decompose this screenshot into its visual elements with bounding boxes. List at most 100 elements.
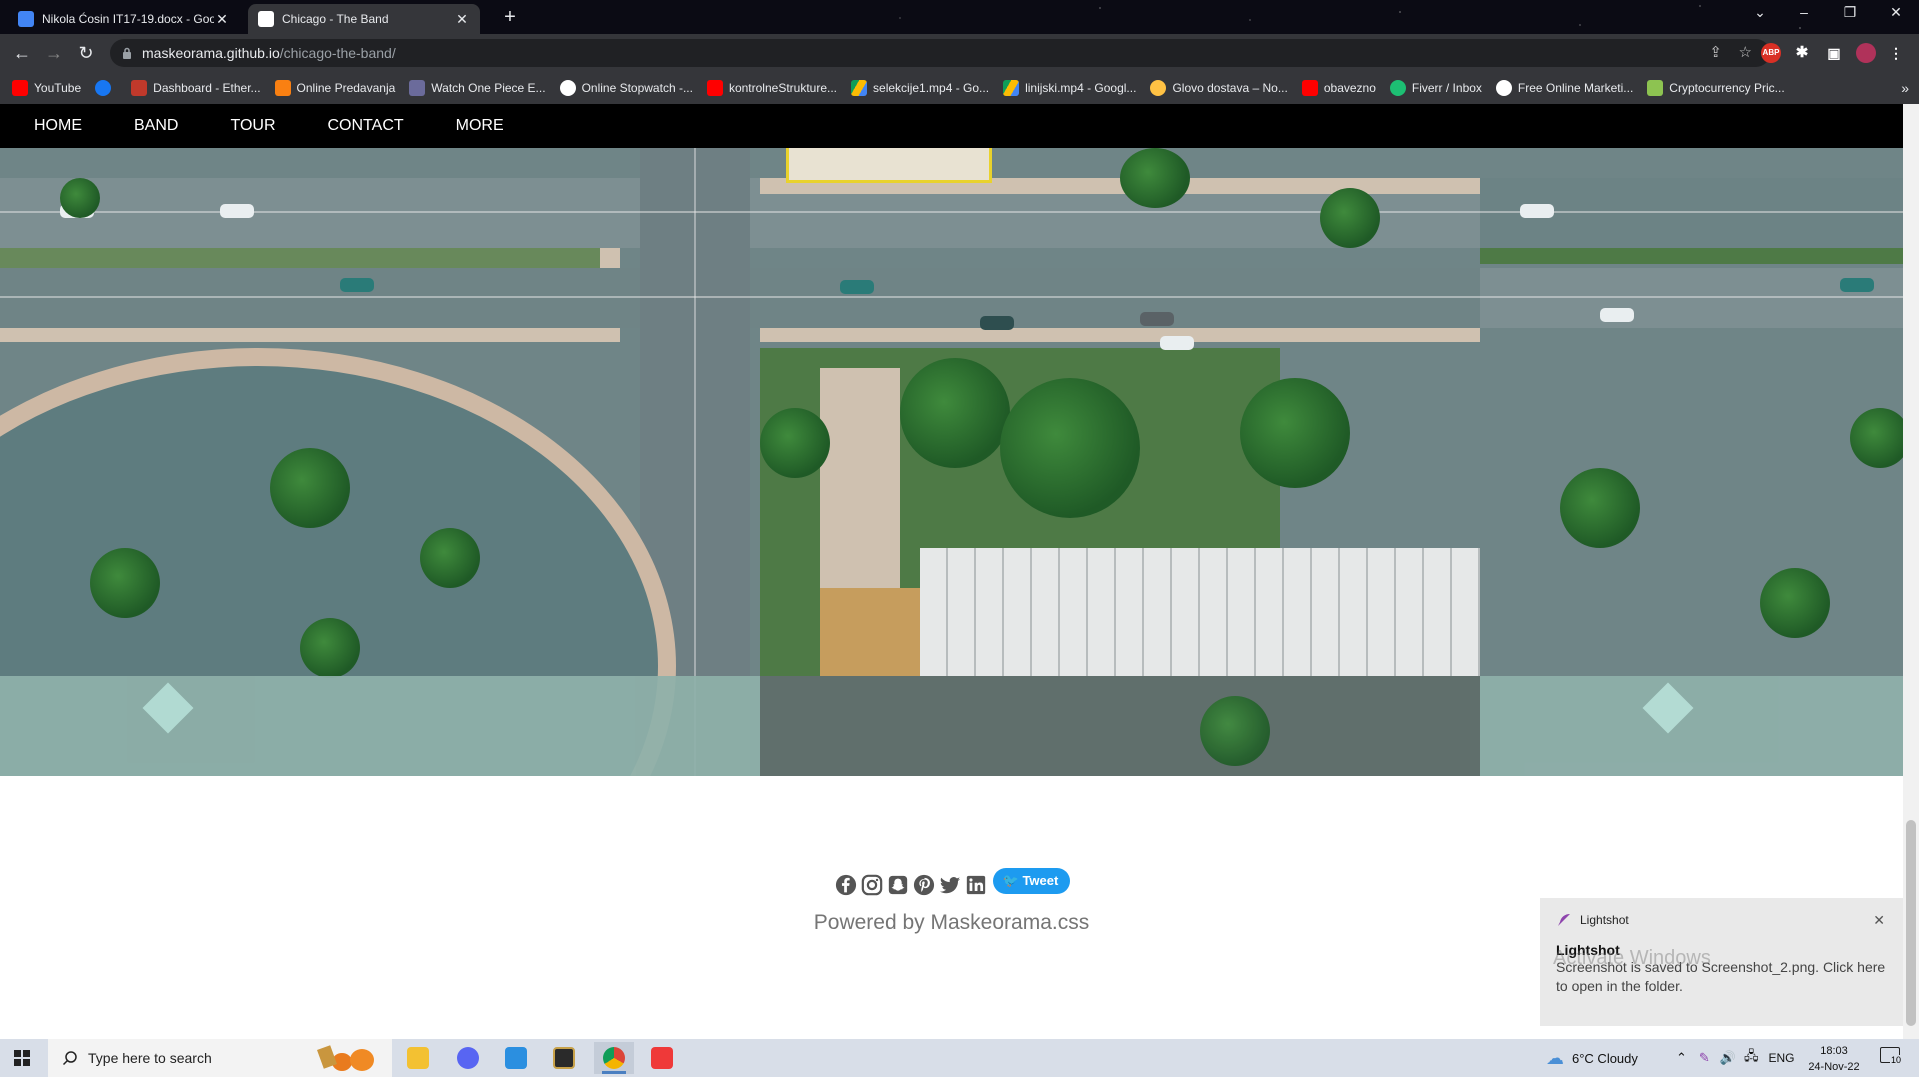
- pickaxe-icon: [131, 80, 148, 96]
- nav-home[interactable]: HOME: [0, 104, 108, 148]
- vscode-icon[interactable]: [496, 1042, 536, 1074]
- instagram-icon[interactable]: [861, 874, 883, 896]
- search-icon: [62, 1051, 77, 1066]
- tab-search-icon[interactable]: ⌄: [1740, 4, 1780, 21]
- browser-toolbar: ← → ↻ maskeorama.github.io/chicago-the-b…: [0, 34, 1919, 72]
- weather-text: 6°C Cloudy: [1572, 1050, 1638, 1066]
- more-bookmarks-icon[interactable]: »: [1901, 80, 1909, 96]
- back-icon[interactable]: ←: [8, 41, 36, 65]
- minimize-button[interactable]: –: [1784, 4, 1824, 20]
- notification-center-icon[interactable]: 10: [1880, 1047, 1906, 1069]
- restore-button[interactable]: ❐: [1830, 4, 1870, 21]
- close-window-button[interactable]: ✕: [1876, 4, 1916, 21]
- facebook-icon[interactable]: [835, 874, 857, 896]
- bookmark-item[interactable]: linijski.mp4 - Googl...: [1003, 80, 1136, 96]
- bookmark-label: obavezno: [1323, 81, 1376, 95]
- docs-icon: [18, 11, 34, 27]
- taskbar-clock[interactable]: 18:03 24-Nov-22: [1794, 1043, 1874, 1075]
- more-menu-icon[interactable]: ⋮: [1886, 43, 1906, 63]
- twitter-bird-icon: 🐦: [1002, 873, 1023, 888]
- tab-docs[interactable]: Nikola Ćosin IT17-19.docx - Goo ✕: [8, 4, 240, 34]
- bookmark-item[interactable]: Online Stopwatch -...: [559, 80, 693, 96]
- bookmark-item[interactable]: [95, 80, 117, 96]
- bookmark-item[interactable]: Dashboard - Ether...: [131, 80, 261, 96]
- nav-band[interactable]: BAND: [108, 104, 204, 148]
- stopwatch-icon: [559, 80, 576, 96]
- reload-icon[interactable]: ↻: [72, 41, 100, 65]
- clock-date: 24-Nov-22: [1808, 1061, 1860, 1073]
- new-tab-button[interactable]: +: [496, 6, 524, 29]
- youtube-icon: [12, 80, 28, 96]
- side-panel-icon[interactable]: ▣: [1824, 43, 1844, 63]
- tweet-label: Tweet: [1022, 873, 1059, 888]
- address-bar[interactable]: maskeorama.github.io/chicago-the-band/ ⇪…: [110, 39, 1770, 67]
- file-explorer-icon[interactable]: [398, 1042, 438, 1074]
- snapchat-icon[interactable]: [887, 874, 909, 896]
- game-app-icon[interactable]: [544, 1042, 584, 1074]
- twitter-icon[interactable]: [939, 874, 961, 896]
- extensions-puzzle-icon[interactable]: ✱: [1792, 43, 1812, 63]
- bookmark-label: linijski.mp4 - Googl...: [1025, 81, 1137, 95]
- site-navbar: HOME BAND TOUR CONTACT MORE: [0, 104, 1903, 148]
- discord-icon[interactable]: [448, 1042, 488, 1074]
- bookmark-item[interactable]: YouTube: [12, 80, 81, 96]
- taskbar-search-box[interactable]: Type here to search: [48, 1039, 392, 1077]
- language-indicator[interactable]: ENG: [1769, 1051, 1795, 1065]
- bookmark-label: kontrolneStrukture...: [728, 81, 838, 95]
- network-icon[interactable]: 🖧: [1744, 1047, 1759, 1069]
- bookmark-item[interactable]: obavezno: [1301, 80, 1376, 96]
- chevron-up-icon[interactable]: ⌃: [1676, 1050, 1687, 1066]
- profile-avatar[interactable]: [1856, 43, 1876, 63]
- url-path: /chicago-the-band/: [279, 45, 396, 61]
- browser-tab-strip: Nikola Ćosin IT17-19.docx - Goo ✕ Chicag…: [0, 0, 1919, 34]
- bookmark-label: Glovo dostava – No...: [1172, 81, 1288, 95]
- scrollbar-thumb[interactable]: [1906, 820, 1916, 1026]
- close-tab-icon[interactable]: ✕: [214, 11, 230, 28]
- tab-chicago[interactable]: Chicago - The Band ✕: [248, 4, 480, 34]
- vivaldi-icon[interactable]: [642, 1042, 682, 1074]
- adblock-extension-icon[interactable]: ABP: [1761, 43, 1781, 63]
- bookmark-item[interactable]: Fiverr / Inbox: [1389, 80, 1482, 96]
- chrome-icon[interactable]: [594, 1042, 634, 1074]
- weather-widget[interactable]: ☁ 6°C Cloudy: [1546, 1039, 1638, 1077]
- nav-more[interactable]: MORE: [430, 104, 530, 148]
- nav-contact[interactable]: CONTACT: [302, 104, 430, 148]
- bookmark-item[interactable]: Glovo dostava – No...: [1150, 80, 1288, 96]
- bookmark-item[interactable]: Cryptocurrency Pric...: [1647, 80, 1785, 96]
- linkedin-icon[interactable]: [965, 874, 987, 896]
- bookmark-star-icon[interactable]: ☆: [1739, 43, 1752, 61]
- notification-count: 10: [1890, 1055, 1903, 1065]
- close-icon[interactable]: ✕: [1873, 912, 1885, 929]
- tab-title: Nikola Ćosin IT17-19.docx - Goo: [42, 12, 214, 26]
- glovo-icon: [1150, 80, 1167, 96]
- bookmark-label: YouTube: [34, 81, 82, 95]
- youtube-icon: [706, 80, 723, 96]
- lightshot-tray-icon[interactable]: ✎: [1699, 1050, 1710, 1066]
- bookmark-item[interactable]: Free Online Marketi...: [1495, 80, 1634, 96]
- tray-icons: ⌃ ✎ 🔊 🖧 ENG: [1676, 1039, 1795, 1077]
- pinterest-icon[interactable]: [913, 874, 935, 896]
- github-icon: [258, 11, 274, 27]
- tweet-button[interactable]: 🐦 Tweet: [992, 868, 1071, 894]
- tab-title: Chicago - The Band: [282, 12, 389, 26]
- nav-tour[interactable]: TOUR: [204, 104, 301, 148]
- search-placeholder: Type here to search: [88, 1050, 212, 1066]
- bookmark-label: Free Online Marketi...: [1517, 81, 1634, 95]
- google-drive-icon: [851, 80, 868, 96]
- bookmark-label: Dashboard - Ether...: [153, 81, 261, 95]
- bookmark-item[interactable]: kontrolneStrukture...: [706, 80, 838, 96]
- social-links: 🐦 Tweet: [0, 868, 1903, 896]
- bookmark-item[interactable]: Online Predavanja: [274, 80, 396, 96]
- windows-taskbar: Type here to search ☁ 6°C Cloudy ⌃ ✎ 🔊 🖧…: [0, 1039, 1919, 1077]
- bookmark-item[interactable]: Watch One Piece E...: [409, 80, 546, 96]
- bookmark-label: Fiverr / Inbox: [1411, 81, 1482, 95]
- url-host: maskeorama.github.io: [142, 45, 280, 61]
- bookmark-item[interactable]: selekcije1.mp4 - Go...: [851, 80, 989, 96]
- bookmark-label: Online Predavanja: [296, 81, 396, 95]
- volume-icon[interactable]: 🔊: [1720, 1050, 1736, 1066]
- close-tab-icon[interactable]: ✕: [454, 11, 470, 28]
- windows-start-icon[interactable]: [14, 1050, 30, 1066]
- forward-icon[interactable]: →: [40, 41, 68, 65]
- bookmarks-bar: YouTube Dashboard - Ether... Online Pred…: [0, 72, 1919, 104]
- share-icon[interactable]: ⇪: [1709, 43, 1722, 61]
